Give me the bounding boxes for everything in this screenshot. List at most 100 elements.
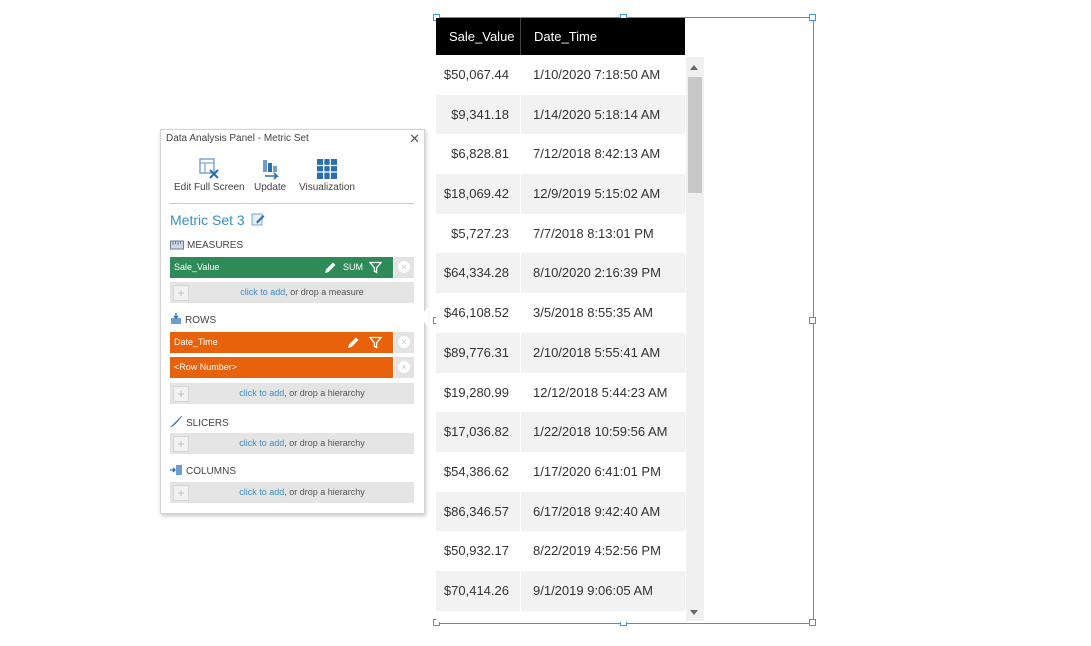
table-row[interactable]: $50,067.44 1/10/2020 7:18:50 AM (436, 55, 685, 95)
metric-set-title[interactable]: Metric Set 3 (170, 212, 265, 228)
update-icon (263, 160, 280, 180)
row-chip-row-number[interactable]: <Row Number> (170, 357, 393, 378)
drop-hint: , or drop a measure (285, 287, 364, 297)
date-time-cell: 1/14/2020 5:18:14 AM (533, 106, 661, 122)
filter-icon[interactable] (369, 261, 382, 274)
resize-handle[interactable] (809, 317, 816, 324)
column-header-date-time[interactable]: Date_Time (521, 18, 685, 55)
row-chip-label: Date_Time (174, 337, 218, 347)
table-row[interactable]: $46,108.52 3/5/2018 8:55:35 AM (436, 293, 685, 333)
columns-drop-text: click to add, or drop a hierarchy (190, 482, 414, 503)
click-to-add-link[interactable]: click to add (240, 287, 285, 297)
sale-value-cell: $70,414.26 (436, 570, 521, 611)
sale-value-cell: $18,069.42 (436, 174, 521, 214)
click-to-add-link[interactable]: click to add (239, 388, 284, 398)
table-row[interactable]: $5,727.23 7/7/2018 8:13:01 PM (436, 213, 685, 254)
column-header-sale-value[interactable]: Sale_Value (436, 18, 521, 55)
sale-value-cell: $6,828.81 (436, 134, 521, 175)
remove-row-button[interactable]: × (394, 332, 414, 353)
sale-value-cell: $9,341.18 (436, 94, 521, 135)
click-to-add-link[interactable]: click to add (239, 438, 284, 448)
rename-icon[interactable] (251, 212, 265, 226)
panel-toolbar: Edit Full Screen Update Visualization (169, 158, 414, 204)
table-row[interactable]: $6,828.81 7/12/2018 8:42:13 AM (436, 134, 685, 175)
plus-icon[interactable]: + (173, 285, 189, 301)
date-time-cell: 6/17/2018 9:42:40 AM (533, 503, 661, 519)
measure-chip-sale-value[interactable]: Sale_Value SUM (170, 257, 393, 278)
sale-value-cell: $19,280.99 (436, 372, 521, 413)
date-time-cell: 1/22/2018 10:59:56 AM (533, 424, 668, 440)
scroll-up-arrow-icon[interactable] (690, 65, 698, 70)
close-icon[interactable]: ✕ (409, 131, 420, 147)
remove-icon: × (398, 336, 410, 348)
scroll-thumb[interactable] (688, 77, 702, 193)
table-row[interactable]: $89,776.31 2/10/2018 5:55:41 AM (436, 332, 685, 373)
slicers-drop-zone[interactable]: + click to add, or drop a hierarchy (170, 433, 414, 454)
measures-drop-zone[interactable]: + click to add, or drop a measure (170, 282, 414, 303)
visualization-button[interactable]: Visualization (299, 158, 355, 193)
plus-icon[interactable]: + (173, 386, 189, 402)
data-table: Sale_Value Date_Time $50,067.44 1/10/2020… (436, 18, 685, 622)
row-chip-date-time[interactable]: Date_Time (170, 332, 393, 353)
date-time-cell: 8/22/2019 4:52:56 PM (533, 543, 661, 559)
edit-full-screen-label: Edit Full Screen (174, 182, 245, 193)
aggregation-label[interactable]: SUM (343, 257, 363, 278)
plus-icon[interactable]: + (173, 436, 189, 452)
table-row[interactable]: $19,280.99 12/12/2018 5:44:23 AM (436, 372, 685, 413)
remove-row-button[interactable]: × (394, 357, 414, 378)
measures-heading-label: MEASURES (187, 240, 244, 251)
table-row[interactable]: $50,932.17 8/22/2019 4:52:56 PM (436, 531, 685, 571)
data-analysis-panel: Data Analysis Panel - Metric Set ✕ Edit … (160, 129, 425, 514)
sale-value-cell: $89,776.31 (436, 332, 521, 373)
rows-drop-zone[interactable]: + click to add, or drop a hierarchy (170, 383, 414, 404)
sale-value-cell: $46,108.52 (436, 293, 521, 333)
date-time-cell: 12/9/2019 5:15:02 AM (533, 186, 661, 202)
remove-measure-button[interactable]: × (394, 257, 414, 278)
table-row[interactable]: $86,346.57 6/17/2018 9:42:40 AM (436, 491, 685, 532)
table-row[interactable]: $64,334.28 8/10/2020 2:16:39 PM (436, 253, 685, 294)
table-row[interactable]: $18,069.42 12/9/2019 5:15:02 AM (436, 174, 685, 214)
date-time-cell: 7/7/2018 8:13:01 PM (533, 225, 654, 241)
pencil-icon[interactable] (324, 261, 337, 274)
remove-icon: × (398, 361, 410, 373)
update-button[interactable]: Update (254, 158, 286, 193)
vertical-scrollbar[interactable] (686, 57, 704, 621)
measure-chip-label: Sale_Value (174, 262, 220, 272)
table-row[interactable]: $54,386.62 1/17/2020 6:41:01 PM (436, 451, 685, 492)
filter-icon[interactable] (369, 336, 382, 349)
sale-value-cell: $64,334.28 (436, 253, 521, 294)
table-row[interactable]: $70,414.26 9/1/2019 9:06:05 AM (436, 570, 685, 611)
date-time-cell: 1/17/2020 6:41:01 PM (533, 463, 661, 479)
slicers-heading-label: SLICERS (186, 418, 229, 429)
ruler-icon (170, 240, 184, 250)
remove-icon: × (398, 261, 410, 273)
resize-handle[interactable] (809, 14, 816, 21)
rows-icon (171, 313, 181, 324)
columns-icon (170, 465, 182, 475)
panel-title: Data Analysis Panel - Metric Set (166, 133, 309, 144)
sale-value-cell: $50,932.17 (436, 531, 521, 571)
columns-drop-zone[interactable]: + click to add, or drop a hierarchy (170, 482, 414, 503)
slicer-knife-icon (170, 415, 183, 428)
date-time-cell: 1/10/2020 7:18:50 AM (533, 67, 661, 82)
edit-full-screen-button[interactable]: Edit Full Screen (174, 158, 245, 193)
row-chip-label: <Row Number> (174, 362, 238, 372)
sale-value-cell: $17,036.82 (436, 412, 521, 452)
pencil-icon[interactable] (347, 336, 360, 349)
date-time-cell: 3/5/2018 8:55:35 AM (533, 305, 653, 321)
scroll-down-arrow-icon[interactable] (690, 610, 698, 615)
plus-icon[interactable]: + (173, 485, 189, 501)
date-time-cell: 8/10/2020 2:16:39 PM (533, 265, 661, 281)
resize-handle[interactable] (809, 619, 816, 626)
click-to-add-link[interactable]: click to add (239, 487, 284, 497)
table-row[interactable]: $9,341.18 1/14/2020 5:18:14 AM (436, 94, 685, 135)
visualization-label: Visualization (299, 182, 355, 193)
sale-value-cell: $5,727.23 (436, 213, 521, 254)
table-row[interactable]: $17,036.82 1/22/2018 10:59:56 AM (436, 412, 685, 452)
panel-pointer (420, 307, 428, 327)
sale-value-cell: $50,067.44 (436, 55, 521, 95)
rows-heading: ROWS (170, 313, 216, 326)
drop-hint: , or drop a hierarchy (284, 438, 365, 448)
rows-heading-label: ROWS (185, 315, 217, 326)
date-time-cell: 7/12/2018 8:42:13 AM (533, 146, 661, 162)
